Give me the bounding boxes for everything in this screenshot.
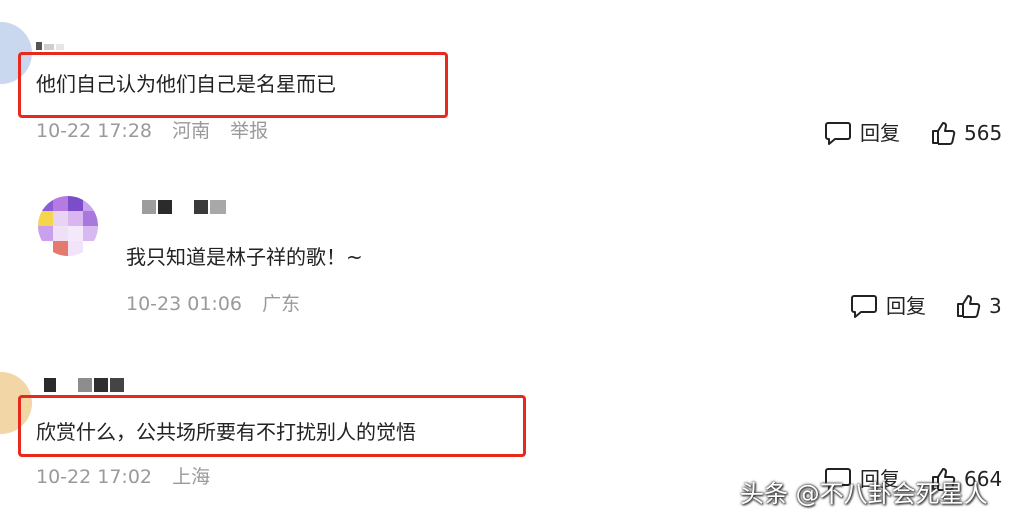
reply-bubble-icon [825,122,851,145]
comment-location: 河南 [172,120,211,142]
thumbs-up-icon [932,122,956,145]
comment-meta: 10-22 17:02 上海 [36,468,224,487]
reply-button[interactable]: 回复 [850,293,926,319]
comment-location: 上海 [172,466,211,488]
watermark: 头条 @不八卦会死星人 [740,480,988,508]
like-count: 565 [964,121,1003,145]
username-blurred[interactable] [142,200,226,214]
username-blurred[interactable] [36,36,64,50]
comment-date: 10-22 17:28 [36,120,153,142]
like-count: 3 [989,294,1002,318]
comment-date: 10-22 17:02 [36,466,153,488]
comment-date: 10-23 01:06 [126,293,243,315]
reply-label: 回复 [886,294,926,318]
comment-meta: 10-22 17:28 河南 举报 [36,122,282,141]
comment-text: 欣赏什么，公共场所要有不打扰别人的觉悟 [36,420,416,444]
comment-text: 他们自己认为他们自己是名星而已 [36,72,336,96]
like-button[interactable]: 3 [955,293,1002,319]
report-link[interactable]: 举报 [230,120,268,142]
reply-label: 回复 [860,121,900,145]
reply-button[interactable]: 回复 [824,120,900,146]
avatar[interactable] [38,196,98,256]
comment-text: 我只知道是林子祥的歌！~ [126,245,363,269]
like-button[interactable]: 565 [930,120,1002,146]
thumbs-up-icon [957,295,981,318]
username-blurred[interactable] [44,378,124,392]
comment-location: 广东 [262,293,301,315]
comment-meta: 10-23 01:06 广东 [126,295,314,314]
reply-bubble-icon [851,295,877,318]
